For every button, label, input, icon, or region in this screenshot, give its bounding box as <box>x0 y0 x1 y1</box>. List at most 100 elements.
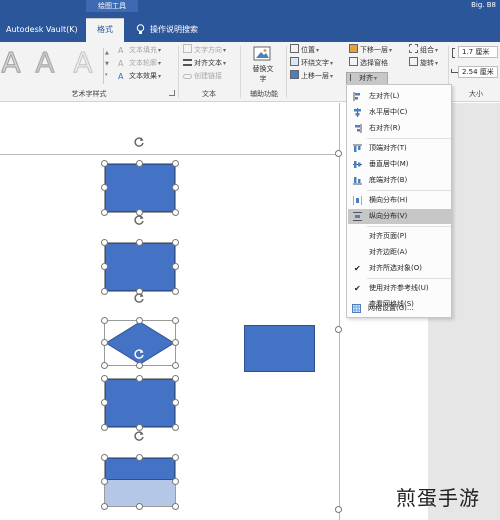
wordart-style-2[interactable]: A <box>30 46 60 80</box>
create-link-button[interactable]: 创建链接 <box>183 70 222 82</box>
menu-separator <box>367 278 451 279</box>
resize-handle[interactable] <box>101 454 108 461</box>
flowchart-rectangle-shape[interactable] <box>105 379 175 427</box>
resize-handle[interactable] <box>136 317 143 324</box>
text-direction-button[interactable]: 文字方向▾ <box>183 44 226 57</box>
resize-handle[interactable] <box>101 288 108 295</box>
resize-handle[interactable] <box>101 362 108 369</box>
resize-handle[interactable] <box>136 362 143 369</box>
resize-handle[interactable] <box>136 239 143 246</box>
menu-item-align-right[interactable]: 右对齐(R) <box>348 121 451 136</box>
resize-handle[interactable] <box>101 399 108 406</box>
menu-item-align-to-page[interactable]: 对齐页面(P) <box>348 229 451 244</box>
flowchart-rectangle-shape[interactable] <box>105 164 175 212</box>
wordart-style-1[interactable]: A <box>0 46 26 80</box>
resize-handle[interactable] <box>172 263 179 270</box>
text-effects-button[interactable]: A 文本效果▾ <box>118 70 161 83</box>
menu-item-distribute-vertical[interactable]: 纵向分布(V) <box>348 209 451 224</box>
lightbulb-icon <box>136 24 145 34</box>
account-name[interactable]: Big. B8 <box>471 1 496 9</box>
resize-handle[interactable] <box>101 160 108 167</box>
resize-handle[interactable] <box>335 150 342 157</box>
resize-handle[interactable] <box>136 375 143 382</box>
resize-handle[interactable] <box>172 478 179 485</box>
rotate-handle-icon[interactable] <box>133 292 145 304</box>
alt-text-button[interactable]: 替换文字 <box>250 64 276 84</box>
text-fill-button[interactable]: A 文本填充▾ <box>118 44 161 57</box>
resize-handle[interactable] <box>172 160 179 167</box>
resize-handle[interactable] <box>172 209 179 216</box>
align-text-button[interactable]: 对齐文本▾ <box>183 57 226 70</box>
menu-item-distribute-horizontal[interactable]: 横向分布(H) <box>348 193 451 208</box>
resize-handle[interactable] <box>101 209 108 216</box>
rotate-handle-icon[interactable] <box>133 348 145 360</box>
resize-handle[interactable] <box>101 239 108 246</box>
shape-width-input[interactable]: 2.54 厘米 <box>458 66 498 78</box>
selection-pane-button[interactable]: 选择窗格 <box>349 57 388 69</box>
menu-item-use-alignment-guides[interactable]: ✔ 使用对齐参考线(U) <box>348 281 451 296</box>
resize-handle[interactable] <box>172 503 179 510</box>
resize-handle[interactable] <box>172 239 179 246</box>
menu-item-align-left[interactable]: 左对齐(L) <box>348 89 451 104</box>
rotate-handle-icon[interactable] <box>133 214 145 226</box>
resize-handle[interactable] <box>172 184 179 191</box>
bring-forward-button[interactable]: 上移一层▾ <box>290 70 333 83</box>
send-backward-button[interactable]: 下移一层▾ <box>349 44 392 57</box>
menu-item-align-bottom[interactable]: 底端对齐(B) <box>348 173 451 188</box>
resize-handle[interactable] <box>172 317 179 324</box>
watermark-text: 煎蛋手游 <box>396 486 480 510</box>
tab-autodesk-vault[interactable]: Autodesk Vault(K) <box>6 20 78 40</box>
menu-item-align-top[interactable]: 顶端对齐(T) <box>348 141 451 156</box>
resize-handle[interactable] <box>136 454 143 461</box>
tell-me-search[interactable]: 操作说明搜索 <box>150 20 198 40</box>
page-margin-guide-vertical <box>339 103 340 520</box>
word-window: 绘图工具 Big. B8 Autodesk Vault(K) 格式 操作说明搜索… <box>0 0 500 520</box>
rotate-handle-icon[interactable] <box>133 136 145 148</box>
resize-handle[interactable] <box>172 375 179 382</box>
tab-format[interactable]: 格式 <box>86 18 124 42</box>
text-outline-button[interactable]: A 文本轮廓▾ <box>118 57 161 70</box>
resize-handle[interactable] <box>172 339 179 346</box>
ribbon-separator <box>240 46 241 98</box>
group-label-size: 大小 <box>469 90 483 98</box>
resize-handle[interactable] <box>136 160 143 167</box>
resize-handle[interactable] <box>172 399 179 406</box>
menu-item-align-to-margin[interactable]: 对齐边距(A) <box>348 245 451 260</box>
menu-item-grid-settings[interactable]: 网格设置(G)... <box>347 301 450 316</box>
menu-item-align-selected-objects[interactable]: ✔ 对齐所选对象(O) <box>348 261 451 276</box>
resize-handle[interactable] <box>101 503 108 510</box>
wordart-dialog-launcher-icon[interactable] <box>169 90 175 96</box>
group-button[interactable]: 组合▾ <box>409 44 438 57</box>
align-text-label: 对齐文本 <box>194 59 222 67</box>
resize-handle[interactable] <box>136 503 143 510</box>
standalone-rectangle-shape[interactable] <box>244 325 315 372</box>
wordart-style-3[interactable]: A <box>68 46 98 80</box>
resize-handle[interactable] <box>101 317 108 324</box>
rotate-button[interactable]: 旋转▾ <box>409 57 438 70</box>
resize-handle[interactable] <box>101 424 108 431</box>
resize-handle[interactable] <box>172 454 179 461</box>
drawing-tools-context-label: 绘图工具 <box>86 0 138 12</box>
resize-handle[interactable] <box>101 375 108 382</box>
shape-height-input[interactable]: 1.7 厘米 <box>458 46 498 58</box>
flowchart-rectangle-shape[interactable] <box>105 458 175 480</box>
resize-handle[interactable] <box>101 478 108 485</box>
position-button[interactable]: 位置▾ <box>290 44 319 57</box>
text-effects-label: 文本效果 <box>129 72 157 80</box>
resize-handle[interactable] <box>172 288 179 295</box>
resize-handle[interactable] <box>101 184 108 191</box>
menu-separator <box>367 138 451 139</box>
wordart-gallery-scroll[interactable]: ▲ ▼ ▾ <box>103 48 111 84</box>
rotate-handle-icon[interactable] <box>133 430 145 442</box>
wrap-text-button[interactable]: 环绕文字▾ <box>290 57 333 70</box>
resize-handle[interactable] <box>172 424 179 431</box>
menu-item-align-center[interactable]: 水平居中(C) <box>348 105 451 120</box>
flowchart-rectangle-shape[interactable] <box>105 243 175 291</box>
resize-handle[interactable] <box>101 339 108 346</box>
menu-item-align-middle[interactable]: 垂直居中(M) <box>348 157 451 172</box>
resize-handle[interactable] <box>101 263 108 270</box>
page-margin-guide <box>0 154 340 155</box>
resize-handle[interactable] <box>335 506 342 513</box>
resize-handle[interactable] <box>172 362 179 369</box>
resize-handle[interactable] <box>335 326 342 333</box>
